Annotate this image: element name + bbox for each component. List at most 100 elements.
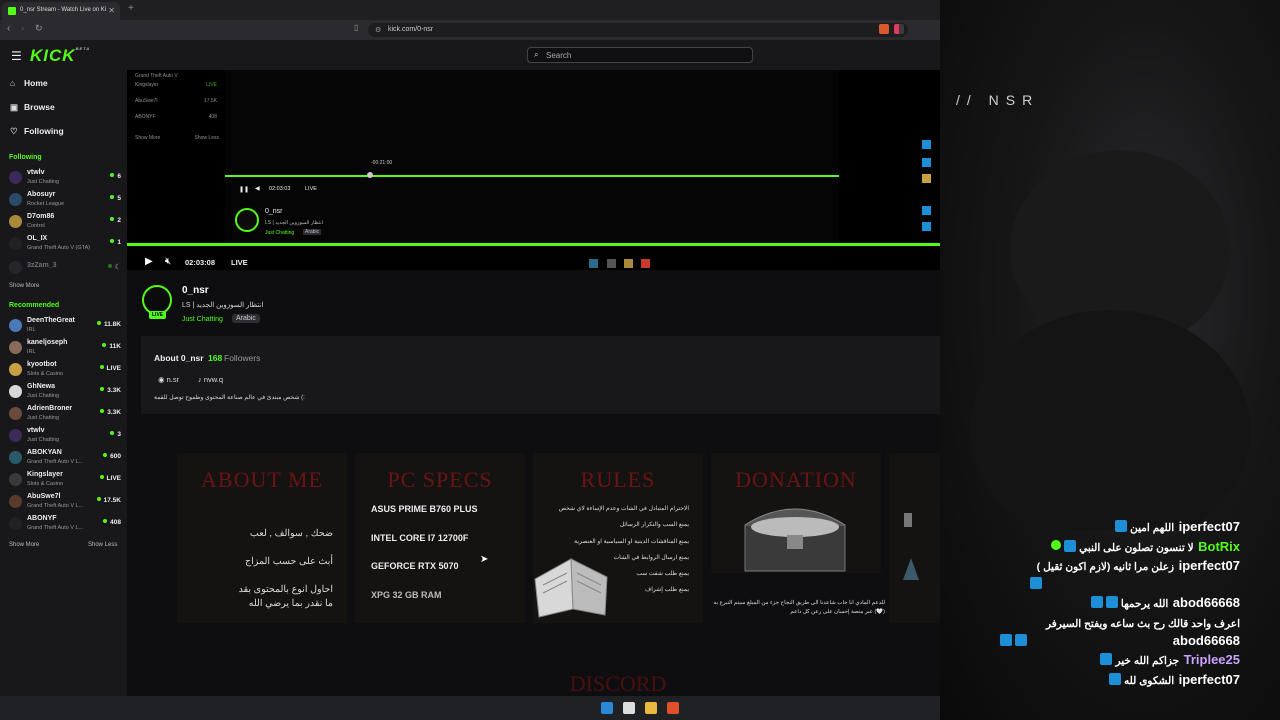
kick-logo[interactable]: KICKBETA (30, 46, 90, 66)
reload-icon[interactable]: ↻ (35, 23, 43, 34)
chat-badge-icon (1100, 653, 1113, 665)
recommended-channel[interactable]: GhNewa Just Chatting 3.3K (9, 383, 121, 403)
about-me-panel: ABOUT ME ضحك , سوالف , لعب أبث على حسب ا… (177, 453, 347, 623)
calendar-app-icon[interactable] (623, 702, 635, 714)
channel-category: Rocket League (27, 201, 64, 207)
rewards-icon[interactable] (894, 24, 904, 34)
mirrored-row: Kingslayer LIVE (135, 82, 223, 88)
chat-message: الشكوى لله iperfect07 (1108, 671, 1240, 689)
mirrored-row: ABONYF 408 (135, 114, 223, 120)
show-more-recommended[interactable]: Show More (9, 542, 39, 548)
avatar (9, 363, 22, 376)
inner-category: Just Chatting (265, 230, 295, 236)
tiktok-icon: ♪ (198, 375, 202, 384)
new-tab-button[interactable]: + (128, 3, 134, 14)
tiktok-link[interactable]: ♪ nvw.q (198, 375, 223, 384)
channel-name: Kingslayer (27, 471, 63, 478)
file-explorer-icon[interactable] (645, 702, 657, 714)
channel-category: Grand Theft Auto V (GTA) (27, 245, 91, 251)
inner-seek-handle (367, 172, 373, 178)
panel-line: XPG 32 GB RAM (371, 590, 442, 600)
about-title: About 0_nsr (154, 353, 204, 363)
recommended-channel[interactable]: vtwlv Just Chatting 3 (9, 427, 121, 447)
recommended-channel[interactable]: AbuSwe7l Grand Theft Auto V L... 17.5K (9, 493, 121, 513)
stream-category[interactable]: Just Chatting (182, 316, 223, 323)
taskbar-reflection-icon (589, 259, 598, 268)
address-bar[interactable]: ⚙ kick.com/0-nsr (368, 23, 908, 37)
play-icon[interactable]: ▶ (145, 256, 153, 267)
taskbar-reflection-icon (624, 259, 633, 268)
tiktok-label: nvw.q (203, 375, 224, 384)
avatar (9, 473, 22, 486)
character-silhouette (970, 150, 1250, 530)
recommended-channel[interactable]: ABONYF Grand Theft Auto V L... 408 (9, 515, 121, 535)
avatar (9, 429, 22, 442)
live-indicator: LIVE (231, 258, 248, 267)
viewer-count: 5 (110, 195, 121, 202)
panel-line: يمنع ارسال الروابط في الشات (613, 555, 689, 561)
panel-line: أبث على حسب المزاج (245, 556, 333, 567)
recommended-channel[interactable]: ABOKYAN Grand Theft Auto V L... 600 (9, 449, 121, 469)
video-progress-bar[interactable] (127, 243, 940, 246)
chat-username: abod66668 (1172, 595, 1240, 610)
home-icon: ⌂ (10, 78, 16, 88)
following-channel[interactable]: vtwlv Just Chatting 6 (9, 169, 121, 189)
chat-text: الشكوى لله (1123, 675, 1175, 687)
chat-username: BotRix (1198, 539, 1240, 554)
forward-icon[interactable]: › (21, 23, 24, 34)
overlay-brand: // NSR (956, 92, 1040, 108)
channel-name[interactable]: 0_nsr (182, 285, 209, 296)
recommended-channel[interactable]: kaneljoseph IRL 11K (9, 339, 121, 359)
mirrored-show-less: Show Less (194, 135, 219, 141)
avatar (9, 407, 22, 420)
recommended-channel[interactable]: DeenTheGreat IRL 11.8K (9, 317, 121, 337)
chat-text: لا تنسون تصلون على النبي (1079, 542, 1194, 554)
recommended-heading: Recommended (9, 302, 60, 309)
brave-shields-icon[interactable] (879, 24, 889, 34)
avatar (9, 451, 22, 464)
recommended-channel[interactable]: kyootbot Slots & Casino LIVE (9, 361, 121, 381)
close-tab-icon[interactable]: ✕ (108, 6, 115, 15)
viewer-count: 11.8K (97, 321, 121, 328)
panel-line: ما نقدر بما يرضي الله (248, 598, 333, 609)
avatar (9, 517, 22, 530)
viewer-count: 3.3K (100, 409, 121, 416)
chat-badge-icon (1000, 634, 1012, 646)
search-input[interactable]: ⌕ Search (527, 47, 753, 63)
inner-pause-icon: ❚❚ (239, 187, 250, 193)
logo-badge: BETA (75, 46, 91, 51)
stream-title: LS | انتظار السوزوين الجديد (182, 302, 264, 309)
chat-text: جزاكم الله خير (1115, 655, 1180, 667)
recommended-channel[interactable]: AdrienBroner Just Chatting 3.3K (9, 405, 121, 425)
following-channel[interactable]: OL_IX Grand Theft Auto V (GTA) 1 (9, 235, 121, 255)
video-player[interactable]: Grand Theft Auto V Kingslayer LIVE AbuSwe… (127, 70, 940, 270)
viewer-count: 3.3K (100, 387, 121, 394)
mute-icon[interactable]: 🔇︎ (165, 256, 171, 267)
verified-badge-icon (1051, 540, 1062, 550)
menu-icon[interactable]: ☰ (11, 49, 22, 63)
discord-link[interactable]: ◉ n.sr (158, 375, 179, 384)
mirrored-badge-icon (922, 174, 931, 183)
sidebar-nav-home[interactable]: ⌂ Home (10, 78, 48, 88)
following-channel-offline[interactable]: 3zZam_3 ☾ (9, 259, 121, 279)
language-tag[interactable]: Arabic (232, 314, 260, 323)
site-info-icon[interactable]: ⚙ (375, 26, 381, 34)
browser-tab[interactable]: 0_nsr Stream - Watch Live on Ki ✕ (2, 2, 120, 20)
sidebar-nav-following[interactable]: ♡ Following (10, 126, 64, 137)
back-icon[interactable]: ‹ (7, 23, 10, 34)
mirrored-stream-frame: -00:21:00 ❚❚ ◀ 02:03:03 LIVE 0_nsr LS | … (225, 70, 839, 244)
following-channel[interactable]: Abosuyr Rocket League 5 (9, 191, 121, 211)
viewer-count: LIVE (100, 365, 121, 372)
sidebar-nav-browse[interactable]: ▣ Browse (10, 102, 55, 113)
channel-category: IRL (27, 327, 36, 333)
channel-category: IRL (27, 349, 36, 355)
chat-message: لا تنسون تصلون على النبي BotRix (1051, 538, 1240, 556)
bookmark-icon[interactable]: ▯ (354, 23, 358, 32)
brave-browser-icon[interactable] (667, 702, 679, 714)
channel-name: GhNewa (27, 383, 56, 390)
show-more-following[interactable]: Show More (9, 283, 39, 289)
recommended-channel[interactable]: Kingslayer Slots & Casino LIVE (9, 471, 121, 491)
show-less-recommended[interactable]: Show Less (88, 542, 117, 548)
windows-start-icon[interactable] (601, 702, 613, 714)
following-channel[interactable]: D7om86 Control 2 (9, 213, 121, 233)
